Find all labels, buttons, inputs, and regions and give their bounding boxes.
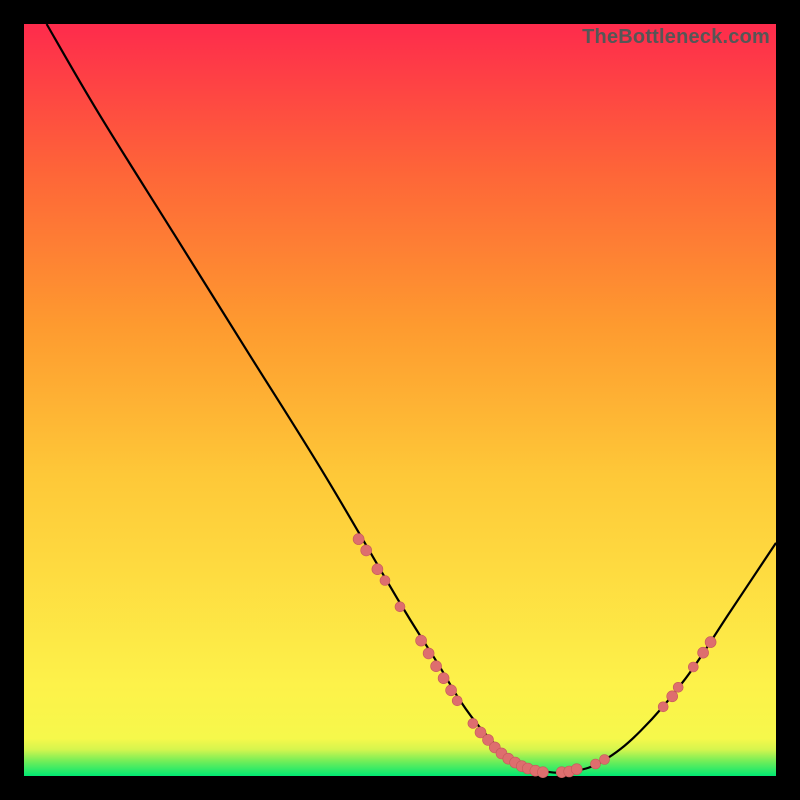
curve-marker (361, 545, 372, 556)
marker-group (353, 534, 716, 778)
curve-marker (468, 718, 478, 728)
curve-marker (537, 767, 548, 778)
curve-marker (380, 576, 390, 586)
curve-marker (571, 764, 582, 775)
curve-marker (431, 661, 442, 672)
chart-frame: TheBottleneck.com (24, 24, 776, 776)
curve-marker (688, 662, 698, 672)
chart-svg (24, 24, 776, 776)
curve-marker (423, 648, 434, 659)
curve-marker (452, 696, 462, 706)
curve-marker (705, 637, 716, 648)
curve-marker (658, 702, 668, 712)
curve-marker (395, 602, 405, 612)
curve-marker (673, 682, 683, 692)
bottleneck-curve (47, 24, 776, 773)
curve-marker (438, 673, 449, 684)
curve-marker (591, 759, 601, 769)
curve-marker (372, 564, 383, 575)
curve-marker (416, 635, 427, 646)
curve-marker (698, 647, 709, 658)
curve-marker (667, 691, 678, 702)
curve-marker (446, 685, 457, 696)
curve-marker (353, 534, 364, 545)
curve-marker (600, 755, 610, 765)
